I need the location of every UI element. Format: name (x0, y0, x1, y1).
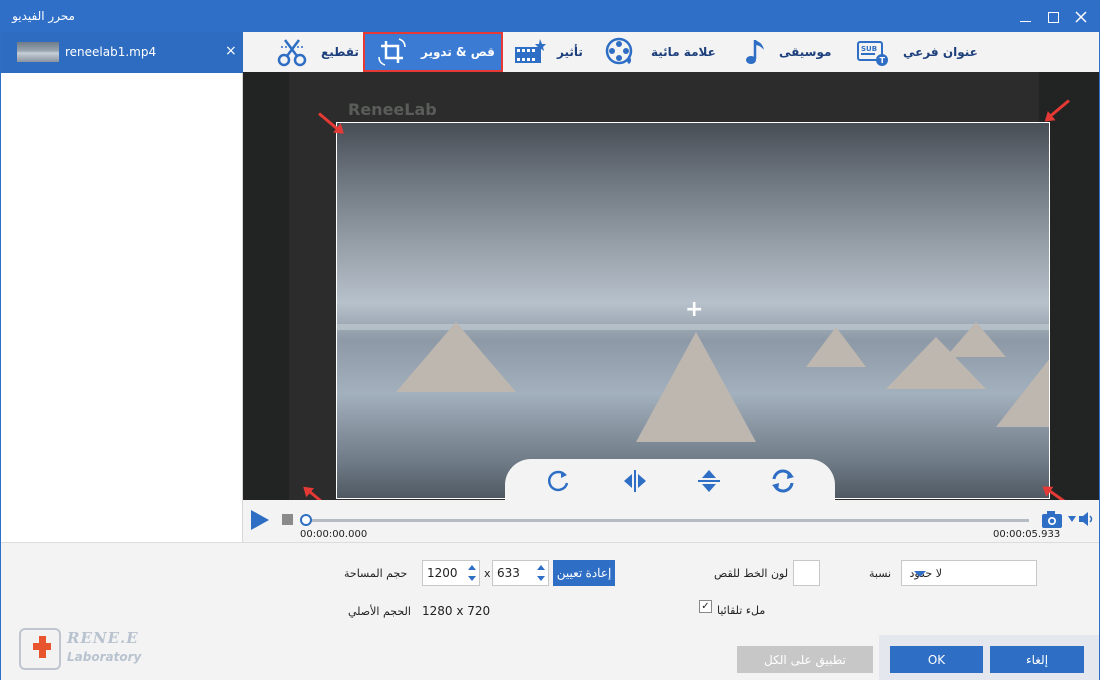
preview-watermark-text: ReneeLab (348, 100, 437, 119)
area-height-value: 633 (497, 566, 520, 580)
area-width-value: 1200 (427, 566, 458, 580)
video-preview: ReneeLab + ⌄ (243, 72, 1099, 506)
tab-subtitle[interactable]: SUB T عنوان فرعي (855, 32, 985, 72)
window-title: محرر الفيديو (12, 9, 75, 23)
rotate-flip-controls (505, 459, 835, 501)
tab-watermark-label: علامة مائية (651, 45, 716, 59)
auto-fill-checkbox[interactable]: ✓ (699, 600, 712, 613)
crop-box[interactable]: + (336, 122, 1050, 499)
edit-toolbar: SUB T عنوان فرعي موسيقى علامة مائية تأثي… (243, 32, 1099, 72)
original-size-value: 1280 x 720 (422, 604, 491, 618)
logo-box (19, 628, 61, 670)
minimize-icon (1019, 20, 1031, 22)
minimize-button[interactable] (1015, 7, 1035, 27)
stepper-arrows-icon[interactable] (468, 565, 476, 581)
logo-cross-icon (33, 636, 51, 658)
total-duration: 00:00:05.933 (993, 529, 1061, 540)
area-width-stepper[interactable]: 1200 (422, 560, 480, 586)
cancel-button[interactable]: إلغاء (990, 646, 1084, 673)
maximize-icon (1047, 11, 1059, 23)
brand-logo: RENE.E Laboratory (19, 626, 169, 672)
ratio-select[interactable]: لا حدود (901, 560, 1037, 586)
brand-name: RENE.E (67, 629, 139, 647)
crop-rotate-icon (378, 38, 406, 66)
title-bar: محرر الفيديو (1, 1, 1099, 32)
apply-to-all-button[interactable]: تطبيق على الكل (737, 646, 873, 673)
file-name: reneelab1.mp4 (65, 45, 157, 59)
ratio-label: نسبة (869, 567, 892, 580)
rotate-clockwise-icon[interactable] (545, 467, 573, 495)
current-time: 00:00:00.000 (300, 529, 368, 540)
ok-button[interactable]: OK (890, 646, 983, 673)
svg-text:SUB: SUB (861, 45, 877, 53)
crop-center-marker: + (685, 297, 704, 322)
timeline-track[interactable] (301, 519, 1029, 522)
music-note-icon (746, 40, 764, 64)
tab-crop-rotate[interactable]: قص & تدوير (363, 32, 503, 72)
tab-cut[interactable]: تقطيع (275, 32, 359, 72)
tab-effect-label: تأثير (557, 45, 583, 59)
tab-cut-label: تقطيع (321, 45, 359, 59)
tab-music[interactable]: موسيقى (739, 32, 839, 72)
crop-line-color-swatch[interactable] (793, 560, 820, 586)
tab-effect[interactable]: تأثير (513, 32, 593, 72)
snapshot-camera-icon[interactable] (1041, 509, 1065, 529)
video-editor-window: محرر الفيديو reneelab1.mp4 × SUB T عنوان… (0, 0, 1100, 680)
file-list-item[interactable]: reneelab1.mp4 × (1, 32, 243, 73)
dimension-separator: x (484, 567, 491, 580)
remove-file-button[interactable]: × (225, 43, 237, 59)
original-size-label: الحجم الأصلي (348, 605, 411, 618)
close-icon (1075, 11, 1087, 23)
playback-timeline: 00:00:00.000 00:00:05.933 (243, 500, 1099, 542)
brand-subtitle: Laboratory (67, 650, 142, 664)
flip-vertical-icon[interactable] (695, 467, 723, 495)
file-thumbnail (17, 42, 59, 62)
auto-fill-label: ملء تلقائيا (717, 604, 766, 617)
effect-clapper-icon (515, 39, 546, 63)
area-size-label: حجم المساحة (344, 567, 408, 580)
tab-watermark[interactable]: علامة مائية (603, 32, 723, 72)
flip-horizontal-icon[interactable] (621, 467, 649, 495)
svg-text:T: T (880, 56, 886, 65)
watermark-film-reel-icon (605, 37, 633, 65)
timeline-playhead[interactable] (300, 514, 312, 526)
tab-subtitle-label: عنوان فرعي (903, 45, 978, 59)
volume-icon[interactable] (1077, 510, 1097, 528)
tab-music-label: موسيقى (779, 45, 832, 59)
stepper-arrows-icon[interactable] (537, 565, 545, 581)
file-list-panel: reneelab1.mp4 × (1, 32, 243, 542)
maximize-button[interactable] (1043, 7, 1063, 27)
reset-button[interactable]: إعادة تعيين (553, 560, 615, 586)
chevron-down-icon (914, 571, 926, 577)
tab-crop-rotate-label: قص & تدوير (421, 45, 495, 59)
snapshot-dropdown-icon[interactable] (1068, 516, 1076, 522)
annotation-arrow (1045, 99, 1070, 121)
scissors-cut-icon (277, 39, 307, 67)
stop-button[interactable] (282, 514, 293, 525)
crop-line-color-label: لون الخط للقص (714, 567, 789, 580)
play-button[interactable] (251, 510, 269, 530)
subtitle-icon: SUB T (857, 41, 888, 66)
close-window-button[interactable] (1071, 7, 1091, 27)
area-height-stepper[interactable]: 633 (492, 560, 549, 586)
reset-rotation-icon[interactable] (769, 467, 797, 495)
